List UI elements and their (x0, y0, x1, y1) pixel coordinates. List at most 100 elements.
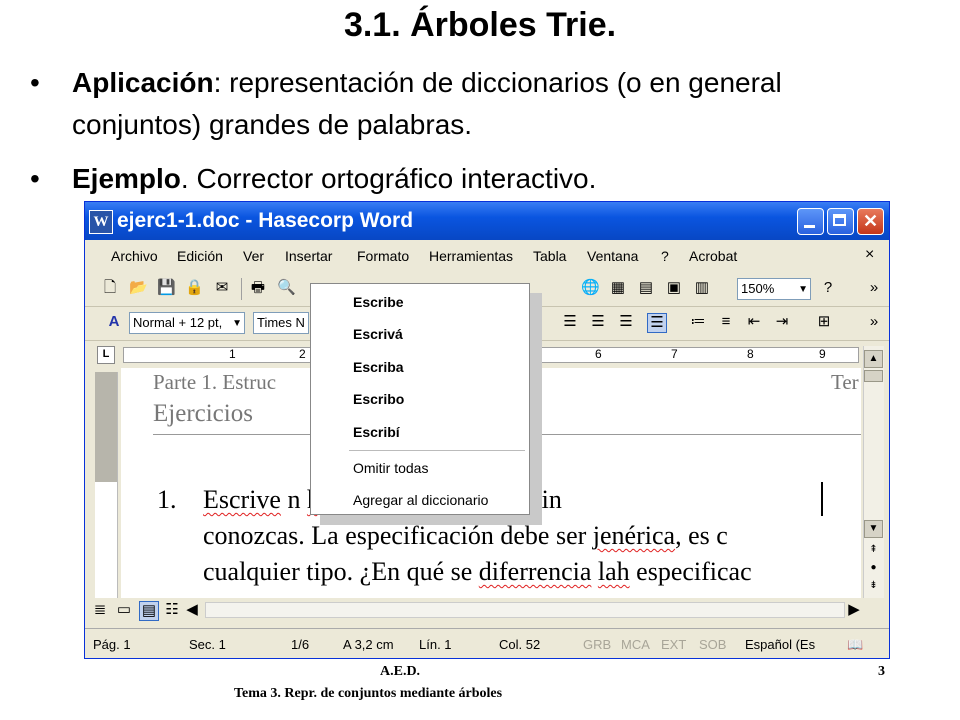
previous-page-icon[interactable]: ⇞ (864, 542, 883, 560)
scroll-down-icon[interactable]: ▼ (864, 520, 883, 538)
insert-table-icon[interactable]: ▤ (637, 279, 655, 297)
spelling-status-icon[interactable]: 📖 (847, 637, 863, 653)
next-page-icon[interactable]: ⇟ (864, 578, 883, 596)
normal-view-icon[interactable]: ≣ (91, 601, 109, 619)
ruler-number: 8 (747, 347, 754, 361)
align-center-icon[interactable]: ☰ (589, 313, 607, 331)
vertical-scrollbar[interactable]: ▲ ▼ ⇞ ● ⇟ (863, 346, 884, 598)
web-view-icon[interactable]: ▭ (115, 601, 133, 619)
scroll-left-icon[interactable]: ◀ (183, 601, 201, 619)
toolbar-overflow-icon[interactable]: » (865, 279, 883, 297)
bullet-aplicacion: • Aplicación: representación de dicciona… (30, 62, 910, 152)
close-button[interactable]: ✕ (857, 208, 884, 235)
text-segment: n (287, 485, 307, 514)
status-mode-mca[interactable]: MCA (621, 637, 650, 652)
status-mode-ext[interactable]: EXT (661, 637, 686, 652)
borders-icon[interactable]: ⊞ (815, 313, 833, 331)
new-document-icon[interactable]: 🗋 (101, 279, 119, 297)
footer-course: A.E.D. (380, 664, 421, 679)
increase-indent-icon[interactable]: ⇥ (773, 313, 791, 331)
menu-insertar[interactable]: Insertar (285, 248, 332, 264)
chevron-down-icon: ▼ (798, 284, 808, 295)
align-right-icon[interactable]: ☰ (617, 313, 635, 331)
permission-icon[interactable]: 🔒 (185, 279, 204, 297)
status-language[interactable]: Español (Es (745, 637, 815, 652)
doc-line[interactable]: cualquier tipo. ¿En qué se diferrencia l… (203, 557, 752, 587)
ruler-number: 9 (819, 347, 826, 361)
scroll-up-icon[interactable]: ▲ (864, 350, 883, 368)
horizontal-scrollbar[interactable]: ≣ ▭ ▤ ☷ ◀ ▶ (85, 600, 889, 621)
menu-help[interactable]: ? (661, 248, 669, 264)
misspelled-word[interactable]: Escrive (203, 485, 281, 514)
suggestion-item[interactable]: Escribí (353, 424, 400, 440)
title-bar[interactable]: W ejerc1-1.doc - Hasecorp Word ✕ (85, 202, 889, 240)
suggestion-item[interactable]: Escribe (353, 294, 404, 310)
style-select[interactable]: Normal + 12 pt, ▼ (129, 312, 245, 334)
hyperlink-icon[interactable]: 🌐 (581, 279, 600, 297)
status-pages: 1/6 (291, 637, 310, 652)
document-close-icon[interactable]: × (865, 246, 874, 264)
open-folder-icon[interactable]: 📂 (129, 279, 148, 297)
font-select[interactable]: Times N (253, 312, 309, 334)
suggestion-item[interactable]: Escrivá (353, 326, 403, 342)
footer-subtitle: Tema 3. Repr. de conjuntos mediante árbo… (234, 686, 503, 701)
email-icon[interactable]: ✉ (213, 279, 231, 297)
help-icon[interactable]: ? (819, 279, 837, 297)
bullets-icon[interactable]: ≡ (717, 313, 735, 331)
browse-object-icon[interactable]: ● (864, 560, 883, 578)
outline-view-icon[interactable]: ☷ (163, 601, 181, 619)
vertical-ruler-margin (95, 372, 117, 482)
misspelled-word[interactable]: lah (598, 557, 630, 586)
print-icon[interactable]: 🖶 (249, 279, 267, 297)
spelling-context-menu: Escribe Escrivá Escriba Escribo Escribí … (310, 283, 530, 515)
misspelled-word[interactable]: diferrencia (479, 557, 592, 586)
menu-edicion[interactable]: Edición (177, 248, 223, 264)
maximize-button[interactable] (827, 208, 854, 235)
menu-archivo[interactable]: Archivo (111, 248, 158, 264)
decrease-indent-icon[interactable]: ⇤ (745, 313, 763, 331)
print-preview-icon[interactable]: 🔍 (277, 279, 296, 297)
toolbar-overflow-icon[interactable]: » (865, 313, 883, 331)
bullet-bold: Aplicación (72, 67, 214, 98)
justify-icon[interactable]: ☰ (647, 313, 667, 333)
save-icon[interactable]: 💾 (157, 279, 176, 297)
insert-excel-icon[interactable]: ▣ (665, 279, 683, 297)
menu-herramientas[interactable]: Herramientas (429, 248, 513, 264)
status-mode-sob[interactable]: SOB (699, 637, 726, 652)
horizontal-scroll-track[interactable] (205, 602, 845, 618)
minimize-button[interactable] (797, 208, 824, 235)
align-left-icon[interactable]: ☰ (561, 313, 579, 331)
bullet-rest: . Corrector ortográfico interactivo. (180, 163, 597, 194)
suggestion-item[interactable]: Escriba (353, 359, 404, 375)
bullet-ejemplo: • Ejemplo. Corrector ortográfico interac… (30, 158, 910, 202)
style-value: Normal + 12 pt, (133, 315, 223, 330)
vertical-ruler[interactable] (95, 372, 118, 598)
status-bar: Pág. 1 Sec. 1 1/6 A 3,2 cm Lín. 1 Col. 5… (85, 628, 889, 658)
tables-borders-icon[interactable]: ▦ (609, 279, 627, 297)
menu-acrobat[interactable]: Acrobat (689, 248, 737, 264)
scroll-right-icon[interactable]: ▶ (845, 601, 863, 619)
word-app-icon[interactable]: W (89, 210, 113, 234)
text-segment: conozcas (203, 521, 299, 550)
styles-icon[interactable]: A (105, 313, 123, 331)
status-page: Pág. 1 (93, 637, 131, 652)
zoom-select[interactable]: 150% ▼ (737, 278, 811, 300)
columns-icon[interactable]: ▥ (693, 279, 711, 297)
suggestion-item[interactable]: Escribo (353, 391, 404, 407)
ruler-number: 6 (595, 347, 602, 361)
toolbar-separator (241, 278, 242, 300)
scroll-thumb[interactable] (864, 370, 883, 382)
ignore-all-item[interactable]: Omitir todas (353, 460, 428, 476)
print-view-icon[interactable]: ▤ (139, 601, 159, 621)
numbering-icon[interactable]: ≔ (689, 313, 707, 331)
misspelled-word[interactable]: jenérica (593, 521, 675, 550)
menu-formato[interactable]: Formato (357, 248, 409, 264)
doc-line[interactable]: conozcas. La especificación debe ser jen… (203, 521, 728, 551)
menu-tabla[interactable]: Tabla (533, 248, 566, 264)
menu-ver[interactable]: Ver (243, 248, 264, 264)
text-segment: cualquier tipo. ¿En qué se (203, 557, 479, 586)
add-to-dictionary-item[interactable]: Agregar al diccionario (353, 492, 488, 508)
menu-ventana[interactable]: Ventana (587, 248, 638, 264)
tab-selector[interactable]: L (97, 346, 115, 364)
status-mode-grb[interactable]: GRB (583, 637, 611, 652)
